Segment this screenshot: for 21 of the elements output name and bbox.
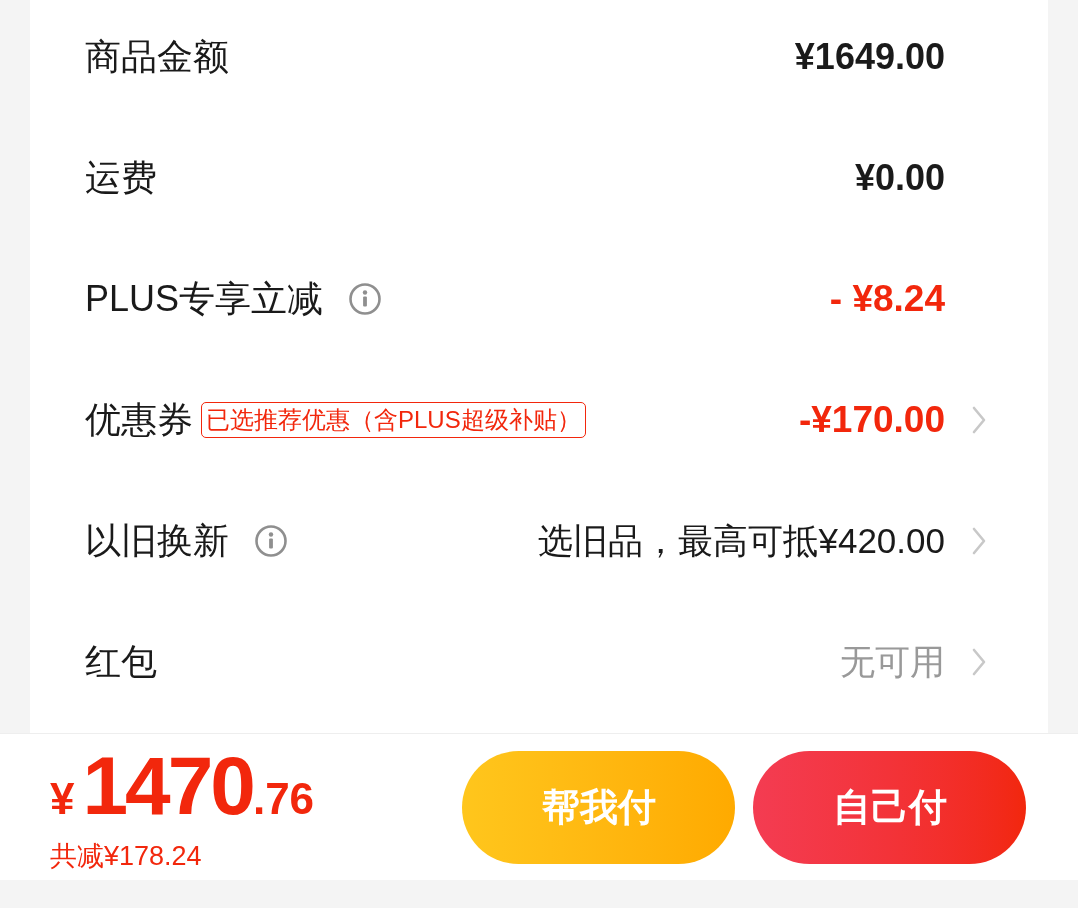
row-label: PLUS专享立减 (85, 280, 324, 317)
chevron-right-icon[interactable] (972, 647, 986, 676)
row-value[interactable]: 选旧品，最高可抵¥420.00 (538, 523, 945, 558)
chevron-right-icon[interactable] (972, 405, 986, 434)
row-value[interactable]: -¥170.00 (798, 401, 945, 438)
chevron-right-icon[interactable] (972, 526, 986, 555)
info-icon[interactable] (255, 524, 287, 557)
row-value: - ¥8.24 (829, 280, 945, 317)
savings-text: 共减¥178.24 (50, 842, 203, 870)
row-label: 以旧换新 (85, 522, 229, 559)
row-label: 商品金额 (85, 38, 229, 75)
row-value: ¥0.00 (854, 159, 945, 196)
total-price: ¥1470.76 (50, 744, 315, 827)
row-value[interactable]: 无可用 (840, 644, 945, 679)
coupon-tag: 已选推荐优惠（含PLUS超级补贴） (201, 401, 586, 438)
row-label: 红包 (85, 643, 157, 680)
info-icon[interactable] (349, 282, 382, 315)
row-label: 优惠券 (85, 401, 193, 438)
pay-button[interactable]: 自己付 (753, 750, 1026, 864)
row-value: ¥1649.00 (794, 38, 945, 75)
row-label: 运费 (85, 159, 157, 196)
